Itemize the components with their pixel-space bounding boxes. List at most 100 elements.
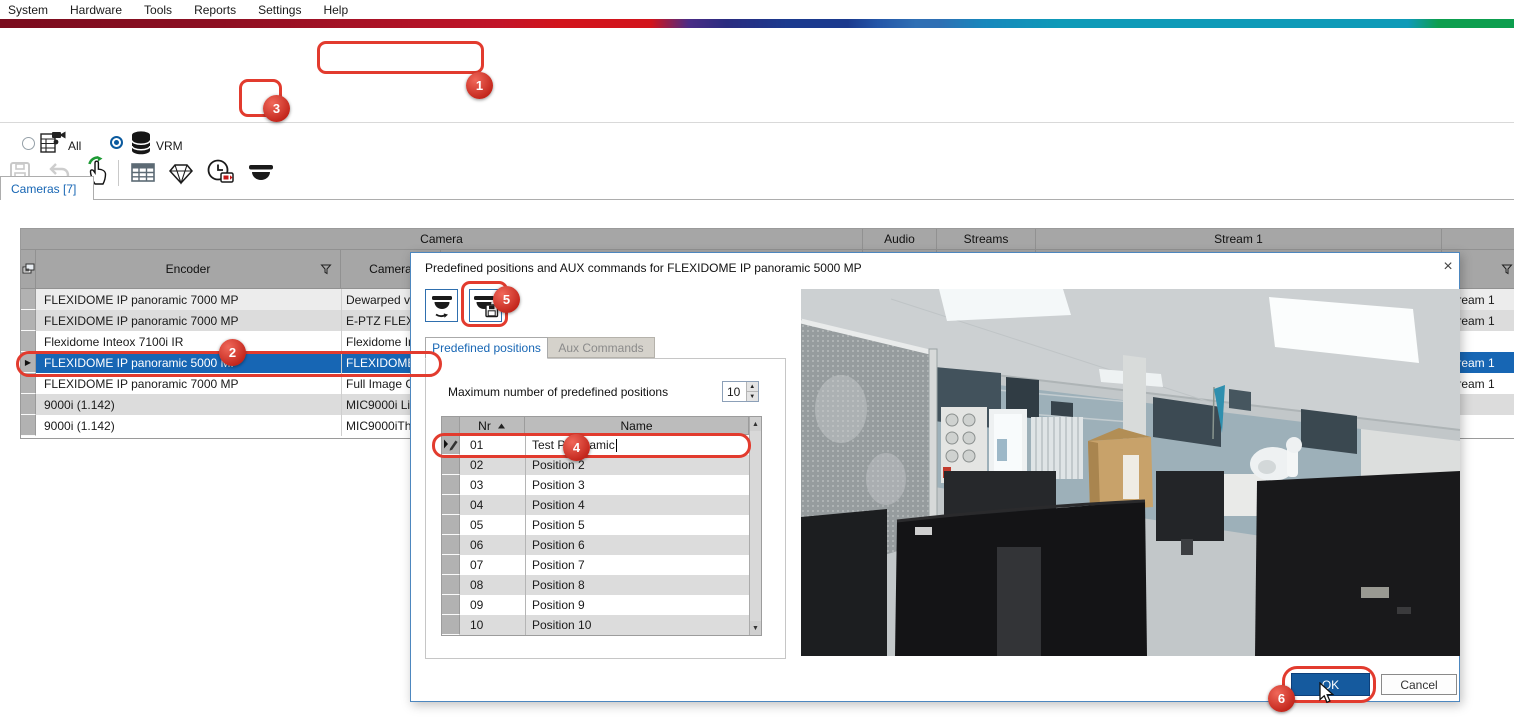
group-header-camera[interactable]: Camera xyxy=(21,229,863,250)
row-selector[interactable] xyxy=(442,455,460,475)
radio-all[interactable] xyxy=(22,137,35,150)
cell-name[interactable]: Position 6 xyxy=(525,535,749,555)
positions-corner xyxy=(442,417,460,435)
cell-name[interactable]: Position 7 xyxy=(525,555,749,575)
row-selector[interactable] xyxy=(442,495,460,515)
position-row[interactable]: 10 Position 10 xyxy=(442,615,761,635)
cell-encoder: 9000i (1.142) xyxy=(36,415,341,436)
position-row[interactable]: 06 Position 6 xyxy=(442,535,761,555)
tab-aux-commands[interactable]: Aux Commands xyxy=(548,337,655,358)
nr-header-label: Nr xyxy=(478,419,491,433)
position-row-editing[interactable]: 01 Test Panoramic xyxy=(442,435,761,455)
cell-nr: 01 xyxy=(460,435,525,455)
row-selector-current[interactable]: ▶ xyxy=(21,352,36,373)
ok-button[interactable]: OK xyxy=(1291,673,1370,696)
cell-name[interactable]: Position 10 xyxy=(525,615,749,635)
workspace-nav: Devices › Maps and Structure › Schedules… xyxy=(0,28,1514,76)
dome-save-position-button[interactable] xyxy=(469,289,502,322)
scrollbar[interactable]: ▲ ▼ xyxy=(749,417,761,635)
group-header-audio[interactable]: Audio xyxy=(863,229,937,250)
row-selector[interactable] xyxy=(442,615,460,635)
position-row[interactable]: 09 Position 9 xyxy=(442,595,761,615)
cancel-button[interactable]: Cancel xyxy=(1381,674,1457,695)
close-icon[interactable]: × xyxy=(1437,257,1459,277)
cell-name[interactable]: Position 5 xyxy=(525,515,749,535)
row-selector[interactable] xyxy=(442,575,460,595)
vrm-database-icon xyxy=(130,130,152,156)
camera-preview[interactable] xyxy=(801,289,1460,656)
cell-name[interactable]: Position 8 xyxy=(525,575,749,595)
row-selector[interactable] xyxy=(442,515,460,535)
row-selector[interactable] xyxy=(442,595,460,615)
position-row[interactable]: 05 Position 5 xyxy=(442,515,761,535)
cell-encoder: FLEXIDOME IP panoramic 7000 MP xyxy=(36,289,341,310)
cell-encoder: FLEXIDOME IP panoramic 7000 MP xyxy=(36,373,341,394)
quality-diamond-button[interactable] xyxy=(168,163,194,185)
spinner-buttons: ▲ ▼ xyxy=(746,382,758,401)
position-row[interactable]: 08 Position 8 xyxy=(442,575,761,595)
position-row[interactable]: 04 Position 4 xyxy=(442,495,761,515)
group-header-extra xyxy=(1442,229,1514,250)
cell-name[interactable]: Position 2 xyxy=(525,455,749,475)
select-all-corner[interactable] xyxy=(21,250,36,289)
position-row[interactable]: 02 Position 2 xyxy=(442,455,761,475)
cell-encoder: FLEXIDOME IP panoramic 7000 MP xyxy=(36,310,341,331)
row-selector[interactable] xyxy=(21,289,36,310)
column-header-encoder[interactable]: Encoder xyxy=(36,250,341,289)
menu-system[interactable]: System xyxy=(8,3,48,17)
row-selector[interactable] xyxy=(21,310,36,331)
dome-camera-positions-button[interactable] xyxy=(247,163,275,185)
cell-name[interactable]: Position 4 xyxy=(525,495,749,515)
cell-name[interactable]: Position 9 xyxy=(525,595,749,615)
toolbar-rule xyxy=(0,122,1514,123)
camera-table-button[interactable] xyxy=(130,160,156,184)
scroll-up-icon[interactable]: ▲ xyxy=(750,417,761,431)
menu-tools[interactable]: Tools xyxy=(144,3,172,17)
column-header-nr[interactable]: Nr xyxy=(460,417,525,435)
filter-funnel-icon[interactable] xyxy=(1501,263,1513,275)
row-selector[interactable] xyxy=(21,331,36,352)
max-positions-spinner[interactable]: 10 ▲ ▼ xyxy=(722,381,759,402)
cell-name-editing[interactable]: Test Panoramic xyxy=(525,435,749,455)
row-selector[interactable] xyxy=(21,373,36,394)
position-name-text: Test Panoramic xyxy=(532,438,615,452)
menu-reports[interactable]: Reports xyxy=(194,3,236,17)
row-selector[interactable] xyxy=(442,475,460,495)
spinner-up-icon[interactable]: ▲ xyxy=(747,382,758,391)
tab-cameras[interactable]: Cameras [7] xyxy=(0,176,94,200)
layered-rows-icon xyxy=(22,263,35,276)
cell-nr: 10 xyxy=(460,615,525,635)
filter-funnel-icon[interactable] xyxy=(320,263,332,275)
menu-help[interactable]: Help xyxy=(323,3,348,17)
radio-vrm[interactable] xyxy=(110,136,123,149)
dome-position-button[interactable] xyxy=(425,289,458,322)
row-selector[interactable] xyxy=(21,415,36,436)
cell-nr: 09 xyxy=(460,595,525,615)
dialog-title: Predefined positions and AUX commands fo… xyxy=(425,261,862,275)
row-selector[interactable] xyxy=(21,394,36,415)
radio-all-label[interactable]: All xyxy=(68,139,81,153)
scroll-down-icon[interactable]: ▼ xyxy=(750,621,761,635)
sort-ascending-icon xyxy=(497,422,506,430)
row-selector[interactable] xyxy=(442,535,460,555)
brand-stripe xyxy=(0,19,1514,28)
scheduled-recording-button[interactable] xyxy=(206,158,236,186)
menu-settings[interactable]: Settings xyxy=(258,3,301,17)
spinner-value[interactable]: 10 xyxy=(723,382,746,401)
radio-vrm-label[interactable]: VRM xyxy=(156,139,183,153)
tab-predefined-positions[interactable]: Predefined positions xyxy=(425,337,548,359)
cell-name[interactable]: Position 3 xyxy=(525,475,749,495)
group-header-streams[interactable]: Streams xyxy=(937,229,1036,250)
column-header-name[interactable]: Name xyxy=(525,417,749,435)
position-row[interactable]: 07 Position 7 xyxy=(442,555,761,575)
position-row[interactable]: 03 Position 3 xyxy=(442,475,761,495)
group-header-stream1[interactable]: Stream 1 xyxy=(1036,229,1442,250)
cell-nr: 02 xyxy=(460,455,525,475)
cell-nr: 03 xyxy=(460,475,525,495)
menu-hardware[interactable]: Hardware xyxy=(70,3,122,17)
row-selector[interactable] xyxy=(442,555,460,575)
tab-label: Aux Commands xyxy=(558,341,643,355)
cell-nr: 05 xyxy=(460,515,525,535)
encoder-header-label: Encoder xyxy=(166,262,211,276)
spinner-down-icon[interactable]: ▼ xyxy=(747,391,758,401)
